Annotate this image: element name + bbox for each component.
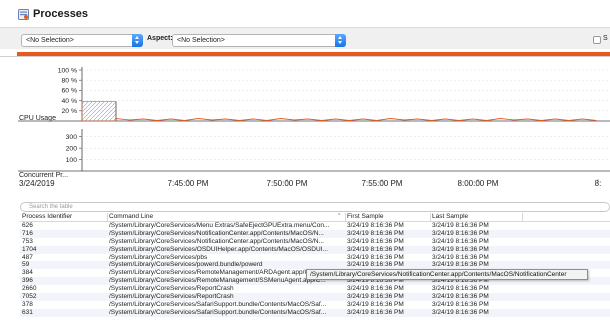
time-axis-label: 7:55:00 PM: [362, 179, 403, 188]
column-header-pid[interactable]: Process Identifier: [22, 213, 72, 220]
cpu-y-tick-label: 80 %: [62, 78, 78, 85]
cell-pid: 631: [22, 308, 33, 316]
cell-last-sample: 3/24/19 8:16:36 PM: [432, 237, 489, 245]
cell-first-sample: 3/24/19 8:16:36 PM: [347, 253, 404, 261]
cell-last-sample: 3/24/19 8:16:36 PM: [432, 222, 489, 229]
cell-pid: 753: [22, 237, 33, 245]
table-row[interactable]: 487/System/Library/CoreServices/pbs 3/24/…: [20, 254, 610, 262]
cell-pid: 2660: [22, 285, 37, 293]
cell-pid: 626: [22, 222, 33, 229]
cell-command-line: /System/Library/CoreServices/Notificatio…: [109, 229, 324, 237]
cell-first-sample: 3/24/19 8:16:36 PM: [347, 237, 404, 245]
time-axis-label: 8:: [595, 179, 602, 188]
cell-first-sample: 3/24/19 8:16:36 PM: [347, 245, 404, 253]
chevron-updown-icon[interactable]: [132, 34, 143, 47]
cell-pid: 59: [22, 261, 30, 269]
cell-first-sample: 3/24/19 8:16:36 PM: [347, 222, 404, 229]
cpu-usage-chart: 100 % 80 % 60 % 40 % 20 % CPU Usage: [18, 67, 610, 122]
cpu-y-tick-label: 60 %: [62, 88, 78, 95]
divider: [0, 56, 610, 57]
processes-icon: [18, 9, 29, 20]
cell-first-sample: 3/24/19 8:16:36 PM: [347, 293, 404, 301]
cell-command-line: /System/Library/CoreServices/OSDUIHelper…: [109, 245, 328, 253]
cell-first-sample: 3/24/19 8:16:36 PM: [347, 308, 404, 316]
column-separator[interactable]: [345, 213, 346, 221]
cpu-y-tick-label: 100 %: [58, 67, 77, 74]
cell-command-line: /System/Library/CoreServices/SafariSuppo…: [109, 300, 327, 308]
aspect-label: Aspect:: [147, 35, 173, 42]
cell-pid: 1704: [22, 245, 37, 253]
option-checkbox[interactable]: [593, 36, 601, 44]
view-title: Processes: [33, 8, 89, 20]
charts-panel: 100 % 80 % 60 % 40 % 20 % CPU Usage 300 200 100…: [0, 58, 610, 192]
command-line-tooltip: /System/Library/CoreServices/Notificatio…: [306, 269, 588, 280]
cell-pid: 378: [22, 300, 33, 308]
proc-y-tick-label: 200: [66, 145, 78, 152]
cell-last-sample: 3/24/19 8:16:36 PM: [432, 285, 489, 293]
time-axis-label: 7:50:00 PM: [267, 179, 308, 188]
cell-last-sample: 3/24/19 8:16:36 PM: [432, 253, 489, 261]
column-separator[interactable]: [107, 213, 108, 221]
time-axis-label: 7:45:00 PM: [168, 179, 209, 188]
table-row[interactable]: 2660/System/Library/CoreServices/ReportC…: [20, 285, 610, 293]
cell-command-line: /System/Library/CoreServices/ReportCrash: [109, 285, 234, 293]
table-header: Process Identifier Command Line ^ First …: [20, 212, 610, 222]
table-row[interactable]: 626/System/Library/CoreServices/Menu Ext…: [20, 222, 610, 230]
cpu-y-tick-label: 40 %: [62, 98, 78, 105]
cell-first-sample: 3/24/19 8:16:36 PM: [347, 229, 404, 237]
cell-first-sample: 3/24/19 8:16:36 PM: [347, 285, 404, 293]
cell-last-sample: 3/24/19 8:16:36 PM: [432, 308, 489, 316]
proc-y-axis-label: Concurrent Pr...: [19, 172, 68, 179]
selection-dropdown-value: <No Selection>: [26, 37, 74, 44]
column-separator[interactable]: [522, 213, 523, 221]
chevron-updown-icon[interactable]: [335, 34, 346, 47]
column-separator[interactable]: [430, 213, 431, 221]
table-row[interactable]: 1704/System/Library/CoreServices/OSDUIHe…: [20, 245, 610, 254]
cell-last-sample: 3/24/19 8:16:36 PM: [432, 293, 489, 301]
cpu-y-axis-label: CPU Usage: [19, 115, 56, 122]
column-header-first-sample[interactable]: First Sample: [347, 213, 383, 220]
table-row[interactable]: 631/System/Library/CoreServices/SafariSu…: [20, 308, 610, 317]
cell-command-line: /System/Library/CoreServices/pbs: [109, 253, 208, 261]
cell-pid: 716: [22, 229, 33, 237]
table-row[interactable]: 753/System/Library/CoreServices/Notifica…: [20, 238, 610, 246]
time-axis-label: 8:00:00 PM: [458, 179, 499, 188]
axis-start-date: 3/24/2019: [19, 179, 55, 188]
table-row[interactable]: 7052/System/Library/CoreServices/ReportC…: [20, 293, 610, 301]
selection-dropdown[interactable]: <No Selection>: [21, 34, 143, 47]
aspect-dropdown[interactable]: <No Selection>: [172, 34, 346, 47]
concurrent-processes-chart: 300 200 100 Concurrent Pr...: [18, 129, 610, 179]
table-row[interactable]: 716/System/Library/CoreServices/Notifica…: [20, 229, 610, 238]
aspect-dropdown-value: <No Selection>: [177, 37, 225, 44]
cell-command-line: /System/Library/CoreServices/ReportCrash: [109, 293, 234, 301]
sort-ascending-icon: ^: [338, 213, 341, 219]
table-search-input[interactable]: Search the table: [20, 202, 610, 212]
cpu-y-tick-label: 20 %: [62, 108, 78, 115]
option-checkbox-label: S: [603, 35, 608, 42]
view-header: Processes: [0, 0, 610, 26]
cell-pid: 384: [22, 269, 33, 277]
cpu-usage-series: [115, 117, 597, 121]
cell-pid: 396: [22, 277, 33, 285]
cell-first-sample: 3/24/19 8:16:36 PM: [347, 300, 404, 308]
cell-last-sample: 3/24/19 8:16:36 PM: [432, 245, 489, 253]
cell-last-sample: 3/24/19 8:16:36 PM: [432, 300, 489, 308]
cell-command-line: /System/Library/CoreServices/Notificatio…: [109, 237, 324, 245]
cell-command-line: /System/Library/CoreServices/SafariSuppo…: [109, 308, 327, 316]
time-axis: 3/24/2019 7:45:00 PM 7:50:00 PM 7:55:00 PM 8…: [19, 179, 601, 188]
cpu-spike-area: [81, 101, 117, 122]
proc-y-tick-label: 100: [66, 157, 78, 164]
column-header-last-sample[interactable]: Last Sample: [432, 213, 468, 220]
proc-y-tick-label: 300: [66, 134, 78, 141]
cell-last-sample: 3/24/19 8:16:36 PM: [432, 229, 489, 237]
column-header-command-line[interactable]: Command Line: [109, 213, 153, 220]
table-row[interactable]: 378/System/Library/CoreServices/SafariSu…: [20, 301, 610, 309]
filter-toolbar: <No Selection> Aspect: <No Selection> S: [0, 27, 610, 49]
cell-pid: 487: [22, 253, 33, 261]
charts-svg[interactable]: 100 % 80 % 60 % 40 % 20 % CPU Usage 300 200 100…: [0, 58, 610, 192]
cell-pid: 7052: [22, 293, 37, 301]
cell-command-line: /System/Library/CoreServices/Menu Extras…: [109, 222, 330, 229]
